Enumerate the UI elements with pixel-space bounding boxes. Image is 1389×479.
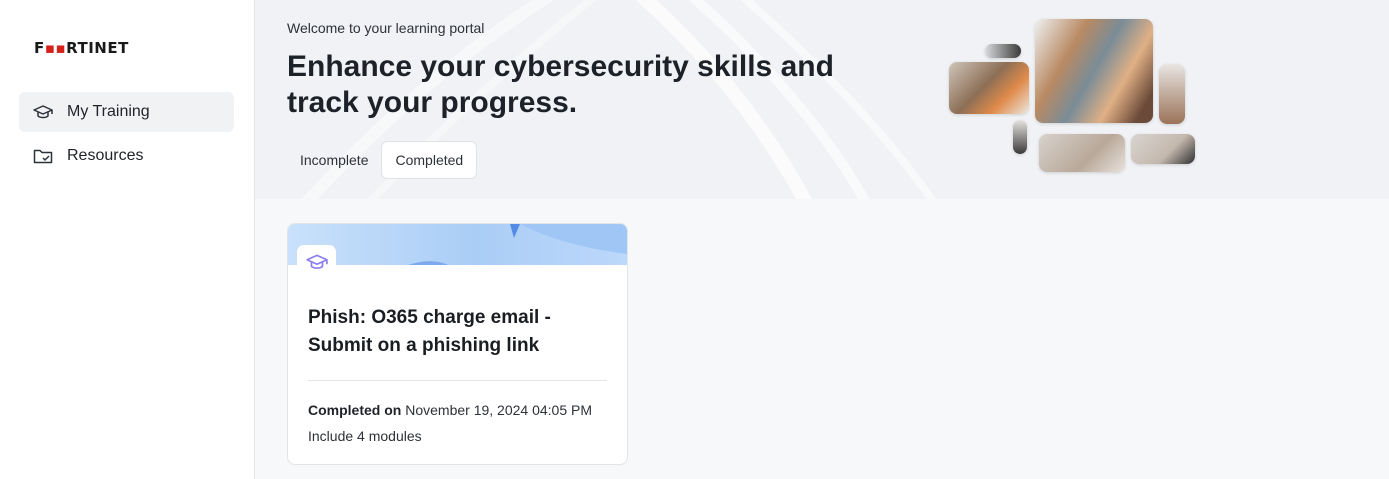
page-title: Enhance your cybersecurity skills and tr… bbox=[287, 50, 834, 119]
sidebar-item-my-training[interactable]: My Training bbox=[19, 92, 234, 132]
sidebar-nav: My Training Resources bbox=[19, 92, 234, 180]
photo-tile bbox=[1013, 120, 1027, 154]
photo-tile bbox=[1159, 64, 1185, 124]
photo-tile bbox=[1131, 134, 1195, 164]
hero-banner: Welcome to your learning portal Enhance … bbox=[255, 0, 1389, 199]
photo-tile bbox=[1035, 19, 1153, 123]
course-badge bbox=[297, 245, 336, 284]
welcome-text: Welcome to your learning portal bbox=[287, 20, 485, 36]
graduation-cap-icon bbox=[305, 251, 328, 278]
sidebar-item-label: Resources bbox=[67, 147, 144, 164]
graduation-cap-icon bbox=[33, 102, 53, 122]
fortinet-logo[interactable]: F▪▪RTINET bbox=[34, 38, 129, 58]
photo-tile bbox=[949, 62, 1029, 114]
card-banner-image bbox=[288, 224, 627, 265]
course-title: Phish: O365 charge email - Submit on a p… bbox=[308, 307, 551, 356]
sidebar-item-label: My Training bbox=[67, 103, 150, 120]
completed-date-value: November 19, 2024 04:05 PM bbox=[405, 402, 593, 418]
divider bbox=[308, 380, 607, 381]
photo-tile bbox=[985, 44, 1021, 58]
tab-completed[interactable]: Completed bbox=[381, 141, 478, 179]
logo-text: F▪▪RTINET bbox=[34, 39, 129, 57]
sidebar: F▪▪RTINET My Training Resources bbox=[0, 0, 255, 479]
module-count: Include 4 modules bbox=[308, 428, 422, 444]
tab-incomplete[interactable]: Incomplete bbox=[287, 141, 381, 179]
completed-label: Completed on bbox=[308, 402, 402, 418]
course-card[interactable]: Phish: O365 charge email - Submit on a p… bbox=[287, 223, 628, 465]
completion-date: Completed on November 19, 2024 04:05 PM bbox=[308, 402, 592, 418]
sidebar-item-resources[interactable]: Resources bbox=[19, 136, 234, 176]
hero-photo-collage bbox=[945, 16, 1205, 178]
status-tabs: Incomplete Completed bbox=[287, 141, 478, 179]
folder-icon bbox=[33, 146, 53, 166]
photo-tile bbox=[1039, 134, 1125, 172]
